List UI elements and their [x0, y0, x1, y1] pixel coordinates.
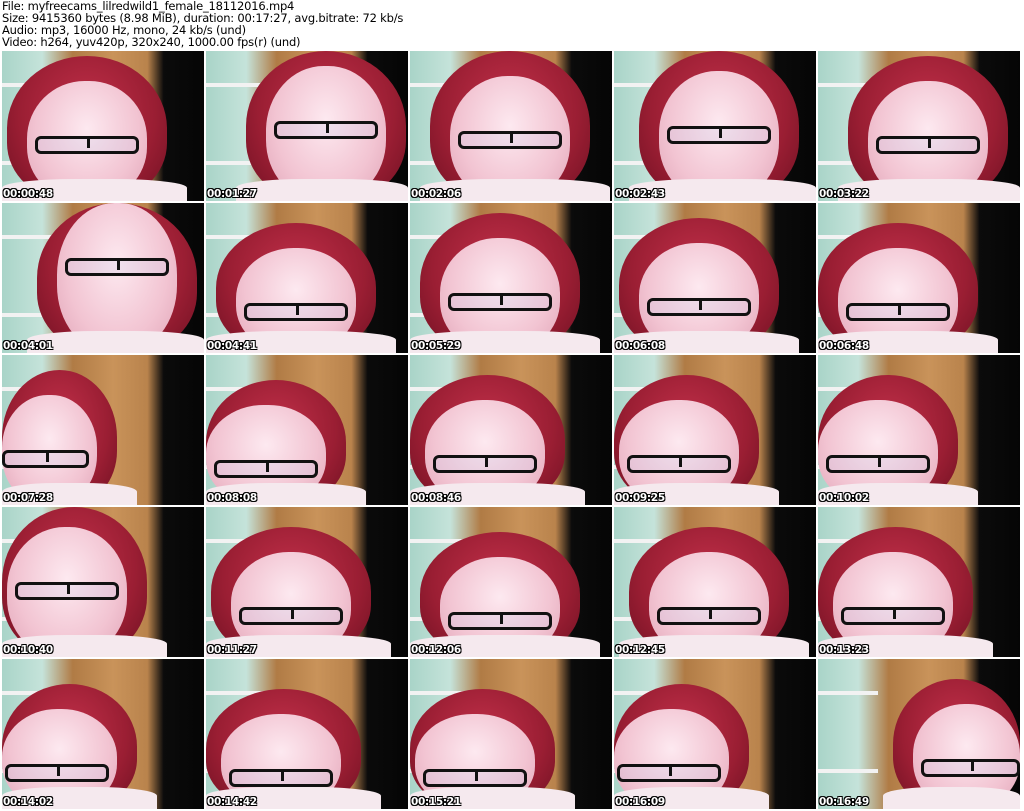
- video-thumbnail: 00:15:21: [410, 659, 612, 809]
- glasses: [657, 607, 761, 625]
- glasses: [448, 293, 552, 311]
- thumbnail-timestamp: 00:11:27: [207, 644, 257, 656]
- glasses: [244, 303, 348, 321]
- video-thumbnail: 00:13:23: [818, 507, 1020, 657]
- video-thumbnail: 00:08:08: [206, 355, 408, 505]
- thumbnail-timestamp: 00:12:06: [411, 644, 461, 656]
- glasses: [627, 455, 731, 473]
- video-thumbnail: 00:16:49: [818, 659, 1020, 809]
- thumbnail-timestamp: 00:15:21: [411, 796, 461, 808]
- glasses: [274, 121, 378, 139]
- video-thumbnail: 00:11:27: [206, 507, 408, 657]
- thumbnail-grid: 00:00:48 00:01:27 00:02:06 00:02:43 00:03:22…: [2, 51, 1020, 809]
- shelf: [818, 691, 878, 695]
- video-thumbnail: 00:08:46: [410, 355, 612, 505]
- glasses: [65, 258, 169, 276]
- glasses: [15, 582, 119, 600]
- glasses: [2, 450, 89, 468]
- glasses: [667, 126, 771, 144]
- glasses: [647, 298, 751, 316]
- thumbnail-timestamp: 00:06:48: [819, 340, 869, 352]
- video-thumbnail: 00:12:06: [410, 507, 612, 657]
- glasses: [433, 455, 537, 473]
- glasses: [921, 759, 1020, 777]
- thumbnail-timestamp: 00:14:02: [3, 796, 53, 808]
- thumbnail-timestamp: 00:08:08: [207, 492, 257, 504]
- thumbnail-timestamp: 00:04:01: [3, 340, 53, 352]
- thumbnail-timestamp: 00:04:41: [207, 340, 257, 352]
- video-thumbnail: 00:16:09: [614, 659, 816, 809]
- video-thumbnail: 00:12:45: [614, 507, 816, 657]
- glasses: [239, 607, 343, 625]
- glasses: [448, 612, 552, 630]
- glasses: [214, 460, 318, 478]
- video-thumbnail: 00:06:48: [818, 203, 1020, 353]
- shelf: [818, 769, 878, 773]
- thumbnail-timestamp: 00:08:46: [411, 492, 461, 504]
- thumbnail-timestamp: 00:16:09: [615, 796, 665, 808]
- video-thumbnail: 00:05:29: [410, 203, 612, 353]
- glasses: [229, 769, 333, 787]
- video-thumbnail: 00:14:42: [206, 659, 408, 809]
- video-thumbnail: 00:10:02: [818, 355, 1020, 505]
- glasses: [5, 764, 109, 782]
- thumbnail-timestamp: 00:05:29: [411, 340, 461, 352]
- thumbnail-timestamp: 00:06:08: [615, 340, 665, 352]
- thumbnail-timestamp: 00:01:27: [207, 188, 257, 200]
- thumbnail-timestamp: 00:00:48: [3, 188, 53, 200]
- video-thumbnail: 00:14:02: [2, 659, 204, 809]
- glasses: [876, 136, 980, 154]
- thumbnail-timestamp: 00:10:02: [819, 492, 869, 504]
- thumbnail-timestamp: 00:12:45: [615, 644, 665, 656]
- shirt: [27, 331, 204, 353]
- video-thumbnail: 00:02:06: [410, 51, 612, 201]
- glasses: [617, 764, 721, 782]
- video-thumbnail: 00:04:41: [206, 203, 408, 353]
- video-thumbnail: 00:04:01: [2, 203, 204, 353]
- video-thumbnail: 00:06:08: [614, 203, 816, 353]
- video-thumbnail: 00:01:27: [206, 51, 408, 201]
- thumbnail-timestamp: 00:07:28: [3, 492, 53, 504]
- thumbnail-timestamp: 00:16:49: [819, 796, 869, 808]
- file-info-header: File: myfreecams_lilredwild1_female_1811…: [2, 0, 403, 48]
- thumbnail-timestamp: 00:09:25: [615, 492, 665, 504]
- shirt: [236, 179, 408, 201]
- glasses: [846, 303, 950, 321]
- video-thumbnail: 00:07:28: [2, 355, 204, 505]
- thumbnail-timestamp: 00:02:43: [615, 188, 665, 200]
- glasses: [423, 769, 527, 787]
- video-thumbnail: 00:02:43: [614, 51, 816, 201]
- video-thumbnail: 00:10:40: [2, 507, 204, 657]
- thumbnail-timestamp: 00:13:23: [819, 644, 869, 656]
- glasses: [458, 131, 562, 149]
- glasses: [841, 607, 945, 625]
- glasses: [35, 136, 139, 154]
- video-thumbnail: 00:00:48: [2, 51, 204, 201]
- shirt: [883, 787, 1020, 809]
- glasses: [826, 455, 930, 473]
- thumbnail-timestamp: 00:03:22: [819, 188, 869, 200]
- thumbnail-timestamp: 00:14:42: [207, 796, 257, 808]
- thumbnail-timestamp: 00:10:40: [3, 644, 53, 656]
- video-thumbnail: 00:09:25: [614, 355, 816, 505]
- thumbnail-timestamp: 00:02:06: [411, 188, 461, 200]
- video-thumbnail: 00:03:22: [818, 51, 1020, 201]
- video-info: Video: h264, yuv420p, 320x240, 1000.00 f…: [2, 35, 301, 49]
